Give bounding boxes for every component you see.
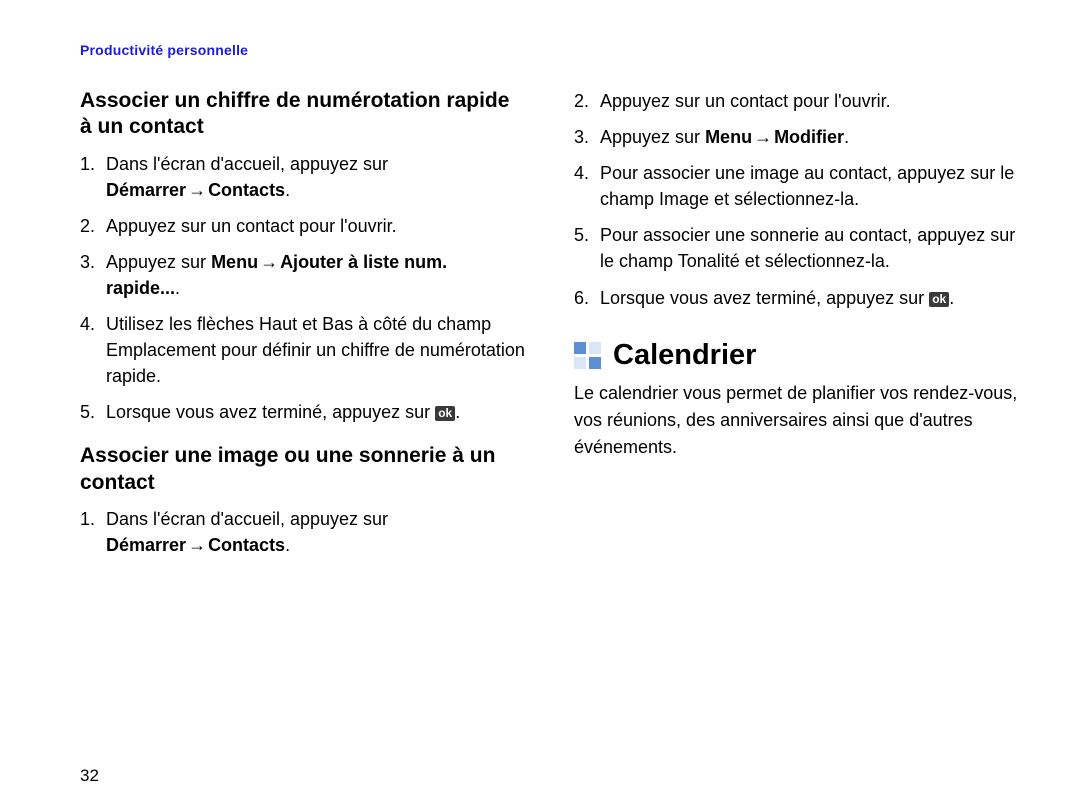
list-item: Lorsque vous avez terminé, appuyez sur o…: [574, 285, 1020, 311]
calendar-intro-paragraph: Le calendrier vous permet de planifier v…: [574, 380, 1020, 461]
section-title-text: Calendrier: [613, 339, 756, 372]
list-item: Dans l'écran d'accueil, appuyez sur Déma…: [80, 506, 526, 558]
windows-logo-icon: [574, 342, 601, 369]
list-item: Dans l'écran d'accueil, appuyez sur Déma…: [80, 151, 526, 203]
arrow-icon: →: [258, 252, 280, 272]
step-text: .: [285, 180, 290, 200]
steps-image-ringtone-start: Dans l'écran d'accueil, appuyez sur Déma…: [80, 506, 526, 558]
page-number: 32: [80, 766, 99, 786]
step-text: .: [175, 278, 180, 298]
steps-speeddial: Dans l'écran d'accueil, appuyez sur Déma…: [80, 151, 526, 426]
step-text: .: [285, 535, 290, 555]
section-heading-speeddial: Associer un chiffre de numérotation rapi…: [80, 88, 526, 141]
step-bold: Menu: [705, 127, 752, 147]
step-text: .: [949, 288, 954, 308]
section-heading-calendar: Calendrier: [574, 339, 1020, 372]
step-bold: Menu: [211, 252, 258, 272]
list-item: Utilisez les flèches Haut et Bas à côté …: [80, 311, 526, 389]
right-column: Appuyez sur un contact pour l'ouvrir. Ap…: [574, 78, 1020, 576]
step-bold: Contacts: [208, 180, 285, 200]
manual-page: Productivité personnelle Associer un chi…: [0, 0, 1080, 810]
list-item: Appuyez sur un contact pour l'ouvrir.: [80, 213, 526, 239]
breadcrumb: Productivité personnelle: [80, 42, 1020, 58]
step-bold: Modifier: [774, 127, 844, 147]
arrow-icon: →: [186, 535, 208, 555]
step-text: Dans l'écran d'accueil, appuyez sur: [106, 509, 388, 529]
ok-icon: ok: [929, 292, 949, 307]
step-text: .: [455, 402, 460, 422]
list-item: Appuyez sur Menu→Modifier.: [574, 124, 1020, 150]
section-heading-image-ringtone: Associer une image ou une sonnerie à un …: [80, 443, 526, 496]
ok-icon: ok: [435, 406, 455, 421]
step-bold: Démarrer: [106, 180, 186, 200]
step-text: .: [844, 127, 849, 147]
step-text: Appuyez sur: [106, 252, 211, 272]
step-text: Lorsque vous avez terminé, appuyez sur: [106, 402, 435, 422]
step-bold: Contacts: [208, 535, 285, 555]
step-text: Appuyez sur: [600, 127, 705, 147]
list-item: Lorsque vous avez terminé, appuyez sur o…: [80, 399, 526, 425]
arrow-icon: →: [186, 180, 208, 200]
list-item: Pour associer une image au contact, appu…: [574, 160, 1020, 212]
two-column-layout: Associer un chiffre de numérotation rapi…: [80, 78, 1020, 576]
left-column: Associer un chiffre de numérotation rapi…: [80, 78, 526, 576]
list-item: Pour associer une sonnerie au contact, a…: [574, 222, 1020, 274]
step-text: Lorsque vous avez terminé, appuyez sur: [600, 288, 929, 308]
list-item: Appuyez sur Menu→Ajouter à liste num. ra…: [80, 249, 526, 301]
steps-image-ringtone-cont: Appuyez sur un contact pour l'ouvrir. Ap…: [574, 88, 1020, 311]
step-text: Dans l'écran d'accueil, appuyez sur: [106, 154, 388, 174]
step-bold: Démarrer: [106, 535, 186, 555]
arrow-icon: →: [752, 127, 774, 147]
list-item: Appuyez sur un contact pour l'ouvrir.: [574, 88, 1020, 114]
